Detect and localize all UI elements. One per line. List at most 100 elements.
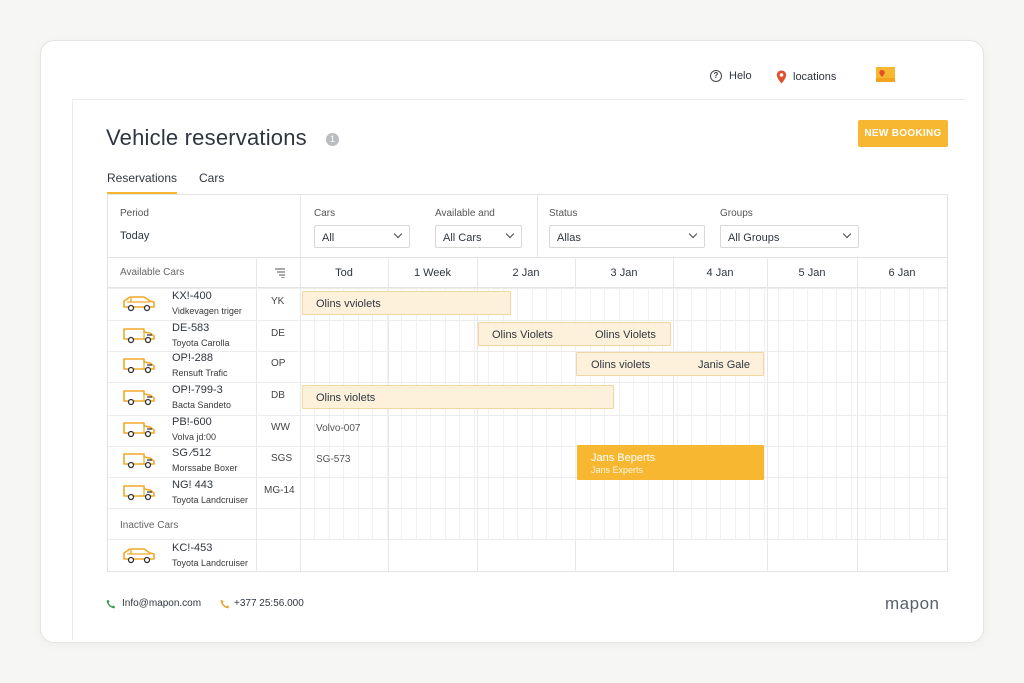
help-icon: ? <box>710 70 722 82</box>
chevron-down-icon <box>688 229 698 239</box>
car-code: MG-14 <box>264 485 295 496</box>
car-code: DB <box>271 390 285 401</box>
divider <box>108 415 947 416</box>
divider <box>108 320 947 321</box>
car-plate: OP!-288 <box>172 352 213 364</box>
divider <box>894 288 895 539</box>
divider <box>108 539 947 540</box>
locations-link[interactable]: locations <box>776 70 836 84</box>
divider <box>923 288 924 539</box>
divider <box>909 288 910 539</box>
groups-select-value: All Groups <box>728 232 780 244</box>
cell-text: SG-573 <box>316 454 351 465</box>
footer-email[interactable]: Info@mapon.com <box>106 598 201 609</box>
booking-label: Olins vviolets <box>316 298 381 310</box>
car-code: YK <box>271 296 285 307</box>
divider <box>720 288 721 539</box>
column-header: 1 Week <box>413 267 452 279</box>
locations-label: locations <box>793 71 837 83</box>
divider <box>343 288 344 539</box>
divider <box>401 288 402 539</box>
top-bar: ? Helo locations <box>72 56 966 100</box>
car-model: Volva jd:00 <box>172 432 217 442</box>
car-icon <box>122 327 156 350</box>
divider <box>108 508 947 509</box>
divider <box>430 288 431 539</box>
help-label: Helo <box>729 70 752 82</box>
phone-icon <box>106 599 116 608</box>
car-icon <box>122 421 156 444</box>
available-select[interactable]: All Cars <box>435 225 522 248</box>
car-code: DE <box>271 328 285 339</box>
divider <box>851 288 852 539</box>
schedule-header: Available Cars Tod 1 Week 2 Jan 3 Jan 4 … <box>108 258 947 288</box>
available-filter-label: Available and <box>435 208 495 219</box>
divider <box>822 288 823 539</box>
cars-select[interactable]: All <box>314 225 410 248</box>
divider <box>416 288 417 539</box>
divider <box>706 288 707 539</box>
divider <box>764 288 765 539</box>
car-code: OP <box>271 358 286 369</box>
column-header: 5 Jan <box>798 267 826 279</box>
cars-filter-label: Cars <box>314 208 336 219</box>
booking-bar[interactable]: Olins vviolets <box>302 291 511 315</box>
column-header: 6 Jan <box>888 267 916 279</box>
footer-email-label: Info@mapon.com <box>122 598 202 609</box>
divider <box>880 288 881 539</box>
status-select[interactable]: Allas <box>549 225 705 248</box>
column-header: Tod <box>335 267 353 279</box>
car-model: Toyota Landcruiser <box>172 495 249 505</box>
car-icon <box>122 547 156 570</box>
tab-cars[interactable]: Cars <box>199 171 224 185</box>
divider <box>807 288 808 539</box>
car-code: SGS <box>271 453 293 464</box>
car-plate: PB!-600 <box>172 416 212 428</box>
divider <box>793 288 794 539</box>
booking-bar-highlighted[interactable]: Jans Beperts Jans Experts <box>577 445 764 480</box>
booking-bar[interactable]: Olins violets <box>302 385 614 409</box>
car-model: Vidkevagen triger <box>172 306 242 316</box>
chevron-down-icon <box>842 229 852 239</box>
phone-icon <box>220 599 230 608</box>
divider <box>537 195 538 258</box>
divider <box>108 382 947 383</box>
divider <box>459 288 460 539</box>
status-select-value: Allas <box>557 232 581 244</box>
period-value[interactable]: Today <box>120 230 149 242</box>
booking-label: Olins violets <box>316 392 376 404</box>
groups-select[interactable]: All Groups <box>720 225 859 248</box>
car-code: WW <box>271 422 290 433</box>
info-badge[interactable]: 1 <box>326 133 339 146</box>
car-model: Toyota Carolla <box>172 338 230 348</box>
booking-label: Olins Violets <box>595 329 656 341</box>
tab-reservations[interactable]: Reservations <box>107 171 178 194</box>
help-link[interactable]: ? Helo <box>710 70 752 82</box>
booking-label: Olins violets <box>591 359 651 371</box>
groups-filter-label: Groups <box>720 208 753 219</box>
booking-label: Olins Violets <box>492 329 553 341</box>
reservations-panel: Period Today Cars All Available and All … <box>107 194 948 572</box>
map-flag-icon[interactable] <box>876 67 896 83</box>
booking-bar[interactable]: Olins Violets Olins Violets <box>478 322 671 346</box>
cell-text: Volvo-007 <box>316 423 361 434</box>
sort-icon[interactable] <box>275 268 285 278</box>
available-select-value: All Cars <box>443 232 482 244</box>
car-plate: KC!-453 <box>172 542 213 554</box>
new-booking-button[interactable]: NEW BOOKING <box>858 120 948 147</box>
page-title: Vehicle reservations <box>106 125 307 150</box>
filters-bar: Period Today Cars All Available and All … <box>108 195 947 258</box>
booking-bar[interactable]: Olins violets Janis Gale <box>576 352 764 376</box>
cars-select-value: All <box>322 232 335 244</box>
available-cars-label: Available Cars <box>120 267 185 278</box>
car-icon <box>122 452 156 475</box>
column-header: 2 Jan <box>512 267 540 279</box>
car-plate: OP!-799-3 <box>172 384 223 396</box>
divider <box>836 288 837 539</box>
divider <box>72 100 73 640</box>
footer-phone[interactable]: +377 25:56.000 <box>220 598 304 609</box>
divider <box>108 351 947 352</box>
divider <box>372 288 373 539</box>
divider <box>314 288 315 539</box>
booking-label: Jans Beperts <box>591 452 656 464</box>
